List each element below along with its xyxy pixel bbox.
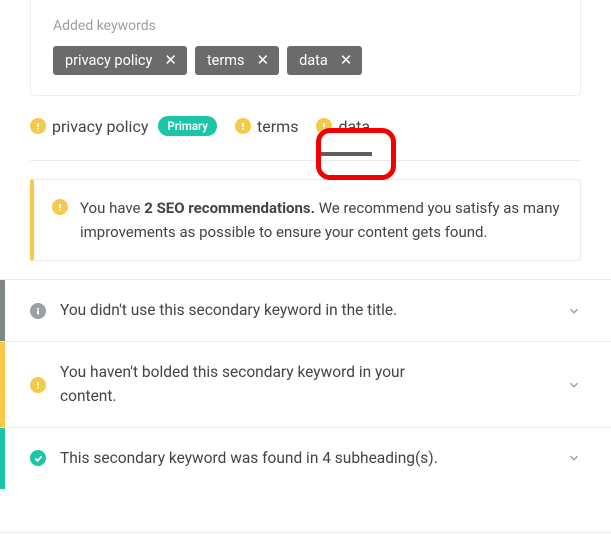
- recommendation-banner: You have 2 SEO recommendations. We recom…: [30, 179, 581, 261]
- keyword-chip[interactable]: terms ✕: [195, 46, 279, 75]
- recommendation-bold: 2 SEO recommendations.: [144, 199, 315, 217]
- recommendation-item[interactable]: You haven't bolded this secondary keywor…: [0, 341, 611, 427]
- chevron-down-icon: [567, 304, 581, 318]
- warning-icon: [30, 377, 46, 393]
- warning-icon: [316, 118, 332, 134]
- close-icon[interactable]: ✕: [254, 53, 271, 68]
- divider: [30, 160, 581, 161]
- keyword-chip[interactable]: data ✕: [287, 46, 362, 75]
- close-icon[interactable]: ✕: [338, 53, 355, 68]
- primary-badge: Primary: [158, 116, 217, 136]
- warning-icon: [235, 118, 251, 134]
- keyword-chip-text: data: [299, 52, 328, 69]
- keyword-chip-text: terms: [207, 52, 245, 69]
- warning-icon: [52, 199, 68, 215]
- info-icon: [30, 303, 46, 319]
- keyword-tab-label: terms: [257, 117, 298, 136]
- close-icon[interactable]: ✕: [162, 53, 179, 68]
- added-keywords-card: Added keywords privacy policy ✕ terms ✕ …: [30, 0, 581, 96]
- divider: [0, 532, 611, 533]
- warning-icon: [30, 118, 46, 134]
- keyword-tab-data[interactable]: data: [316, 117, 370, 136]
- added-keywords-label: Added keywords: [53, 18, 558, 34]
- recommendation-item[interactable]: This secondary keyword was found in 4 su…: [0, 427, 611, 489]
- keyword-tab-privacy-policy[interactable]: privacy policy Primary: [30, 116, 217, 136]
- keyword-chip-text: privacy policy: [65, 52, 152, 69]
- chevron-down-icon: [567, 451, 581, 465]
- recommendation-item-text: You haven't bolded this secondary keywor…: [60, 361, 460, 408]
- recommendation-prefix: You have: [80, 199, 144, 217]
- recommendation-item-text: You didn't use this secondary keyword in…: [60, 299, 460, 322]
- keyword-tab-label: data: [338, 117, 370, 136]
- keyword-tabs: privacy policy Primary terms data: [30, 116, 581, 136]
- keyword-tab-label: privacy policy: [52, 117, 148, 136]
- recommendation-item[interactable]: You didn't use this secondary keyword in…: [0, 279, 611, 341]
- recommendation-list: You didn't use this secondary keyword in…: [0, 279, 611, 489]
- recommendation-item-text: This secondary keyword was found in 4 su…: [60, 447, 460, 470]
- keyword-chip[interactable]: privacy policy ✕: [53, 46, 187, 75]
- chevron-down-icon: [567, 378, 581, 392]
- recommendation-text: You have 2 SEO recommendations. We recom…: [80, 196, 562, 244]
- keyword-chip-row: privacy policy ✕ terms ✕ data ✕: [53, 46, 558, 75]
- keyword-tab-terms[interactable]: terms: [235, 117, 298, 136]
- check-icon: [30, 450, 46, 466]
